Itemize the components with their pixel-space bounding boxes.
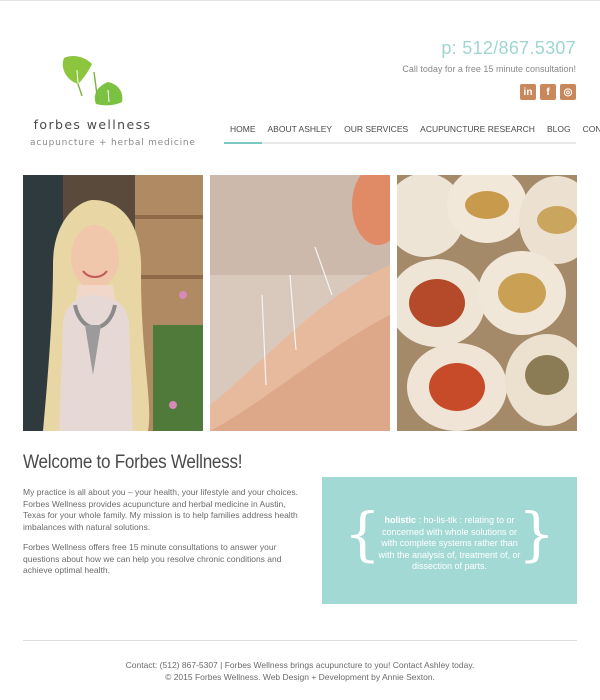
definition-term: holistic (384, 515, 416, 525)
footer-copyright: © 2015 Forbes Wellness. Web Design + Dev… (165, 672, 435, 682)
portrait-photo (23, 175, 203, 431)
footer-divider (23, 640, 577, 641)
nav-acupuncture-research[interactable]: ACUPUNCTURE RESEARCH (414, 118, 541, 142)
definition-box: { holistic : ho-lis-tik : relating to or… (322, 477, 577, 604)
nav-our-services[interactable]: OUR SERVICES (338, 118, 414, 142)
brand-tagline: acupuncture + herbal medicine (30, 138, 196, 148)
top-divider (0, 0, 600, 1)
footer-contact: Contact: (512) 867-5307 | Forbes Wellnes… (125, 660, 475, 670)
nav-contact[interactable]: CONTACT (577, 118, 600, 142)
acupuncture-photo (210, 175, 390, 431)
instagram-icon[interactable]: ◎ (560, 84, 576, 100)
brand-name: forbes wellness (33, 117, 152, 132)
phone-number[interactable]: p: 512/867.5307 (441, 38, 576, 59)
linkedin-icon[interactable]: in (520, 84, 536, 100)
social-links: in f ◎ (520, 84, 576, 100)
main-nav: HOME ABOUT ASHLEY OUR SERVICES ACUPUNCTU… (224, 118, 600, 144)
logo[interactable]: forbes wellness acupuncture + herbal med… (30, 52, 196, 148)
definition-text: holistic : ho-lis-tik : relating to or c… (374, 515, 525, 573)
nav-blog[interactable]: BLOG (541, 118, 577, 142)
welcome-heading: Welcome to Forbes Wellness! (23, 452, 243, 473)
herbs-photo (397, 175, 577, 431)
nav-about-ashley[interactable]: ABOUT ASHLEY (262, 118, 339, 142)
nav-home[interactable]: HOME (224, 118, 262, 144)
facebook-icon[interactable]: f (540, 84, 556, 100)
right-brace-icon: } (518, 500, 555, 568)
welcome-paragraph-1: My practice is all about you – your heal… (23, 487, 298, 532)
ginkgo-leaf-icon (62, 56, 122, 106)
welcome-paragraph-2: Forbes Wellness offers free 15 minute co… (23, 542, 282, 575)
consultation-cta: Call today for a free 15 minute consulta… (402, 64, 576, 74)
